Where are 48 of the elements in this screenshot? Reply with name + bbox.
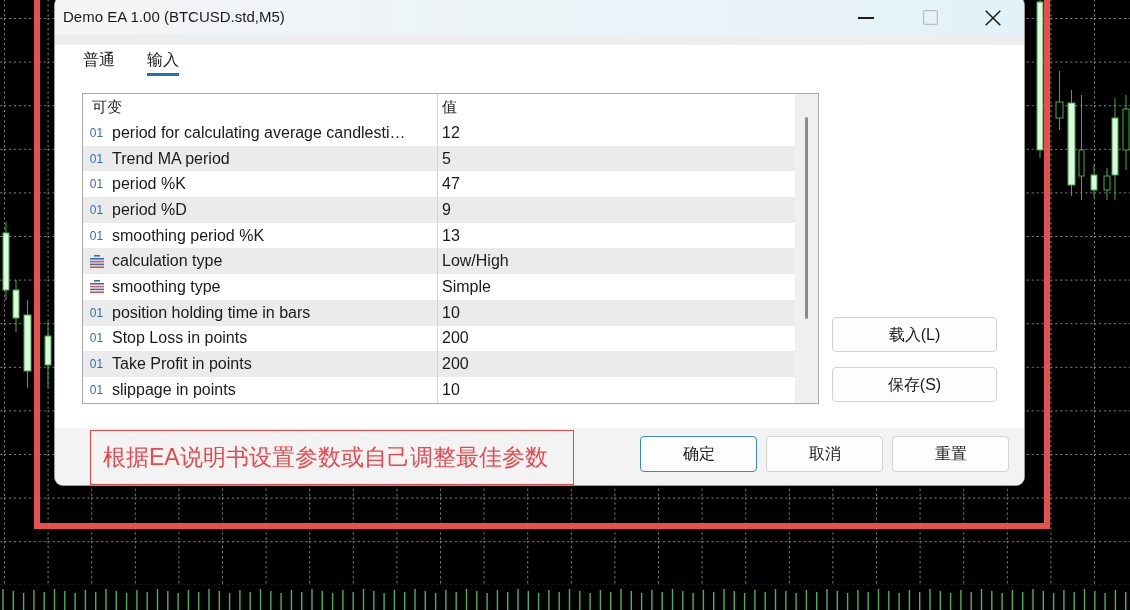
parameter-value: 47 xyxy=(442,174,460,195)
list-type-icon xyxy=(89,280,104,294)
type-code: 01 xyxy=(89,358,104,371)
parameter-value: 10 xyxy=(442,379,460,400)
type-code: 01 xyxy=(89,332,104,345)
parameter-value: Low/High xyxy=(442,251,509,272)
parameter-name: slippage in points xyxy=(112,379,236,400)
tab[interactable]: 输入 xyxy=(147,45,179,76)
type-code: 01 xyxy=(89,203,104,216)
window-title: Demo EA 1.00 (BTCUSD.std,M5) xyxy=(62,7,285,28)
parameter-name: period for calculating average candlesti… xyxy=(112,122,406,143)
parameter-value: Simple xyxy=(442,276,491,297)
save-button[interactable]: 保存(S) xyxy=(832,367,997,402)
parameter-value: 200 xyxy=(442,328,469,349)
parameter-name: Take Profit in points xyxy=(112,354,252,375)
parameter-value: 5 xyxy=(442,148,451,169)
parameter-value: 13 xyxy=(442,225,460,246)
annotation-callout: 根据EA说明书设置参数或自己调整最佳参数 xyxy=(90,430,574,485)
type-code: 01 xyxy=(89,152,104,165)
type-code: 01 xyxy=(89,306,104,319)
parameter-value: 200 xyxy=(442,354,469,375)
type-code: 01 xyxy=(89,178,104,191)
parameter-value: 12 xyxy=(442,122,460,143)
parameter-name: position holding time in bars xyxy=(112,302,311,323)
parameter-name: period %K xyxy=(112,174,186,195)
list-type-icon xyxy=(89,254,104,268)
parameter-name: Stop Loss in points xyxy=(112,328,248,349)
parameter-name: Trend MA period xyxy=(112,148,230,169)
type-code: 01 xyxy=(89,126,104,139)
tab[interactable]: 普通 xyxy=(83,45,115,76)
type-code: 01 xyxy=(89,229,104,242)
minimize-icon[interactable] xyxy=(858,16,874,19)
scrollbar-track[interactable] xyxy=(795,94,818,403)
parameter-value: 10 xyxy=(442,302,460,323)
parameter-value: 9 xyxy=(442,199,451,220)
column-header: 值 xyxy=(442,96,457,117)
type-code: 01 xyxy=(89,383,104,396)
scrollbar-thumb[interactable] xyxy=(805,117,808,319)
parameter-name: calculation type xyxy=(112,251,223,272)
load-button[interactable]: 载入(L) xyxy=(832,317,997,352)
ok-button[interactable]: 确定 xyxy=(640,436,757,472)
reset-button[interactable]: 重置 xyxy=(892,436,1009,472)
parameter-name: smoothing period %K xyxy=(112,225,265,246)
column-header: 可变 xyxy=(92,96,122,117)
close-icon[interactable] xyxy=(985,9,1001,26)
parameter-name: period %D xyxy=(112,199,187,220)
parameter-name: smoothing type xyxy=(112,276,221,297)
cancel-button[interactable]: 取消 xyxy=(766,436,883,472)
